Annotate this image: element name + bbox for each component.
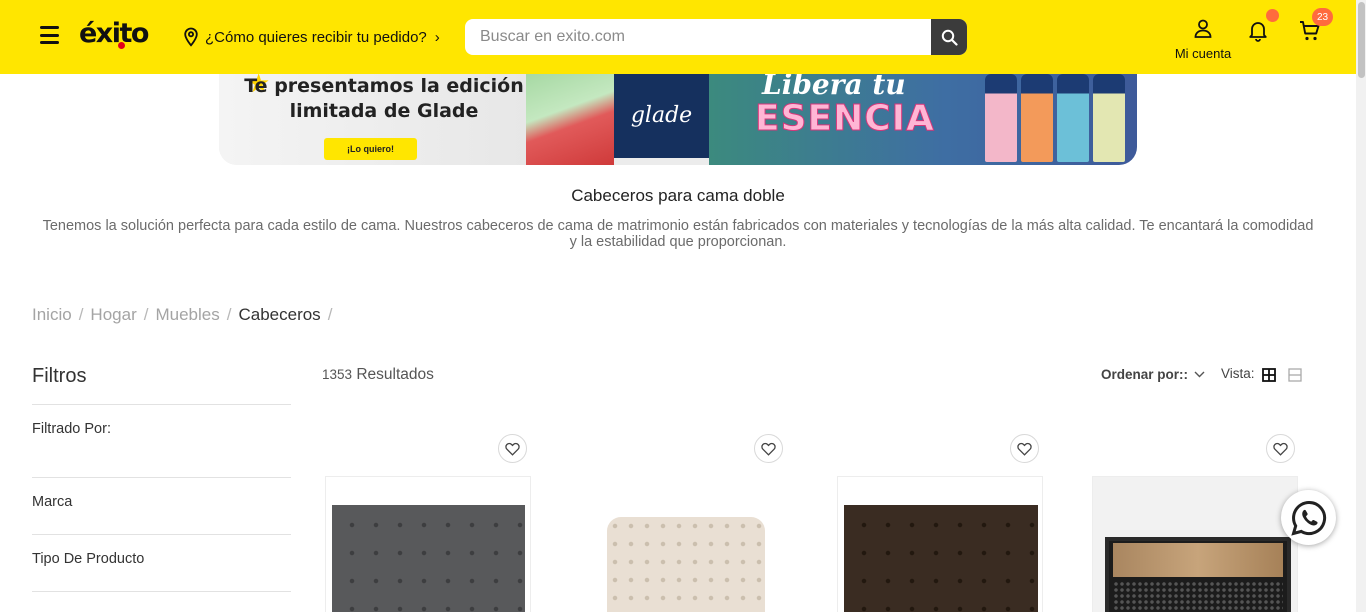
- filter-tipo-de-producto[interactable]: Tipo De Producto: [32, 551, 144, 567]
- order-by-label: Ordenar por::: [1101, 367, 1189, 382]
- exito-logo[interactable]: éxito: [79, 18, 149, 49]
- view-label: Vista:: [1221, 366, 1255, 381]
- filtered-by-label: Filtrado Por:: [32, 421, 111, 437]
- filter-divider: [32, 534, 291, 535]
- product-image[interactable]: [581, 476, 787, 612]
- dark-brown-headboard-image: [844, 505, 1038, 612]
- filters-title: Filtros: [32, 365, 87, 387]
- heart-icon: [1017, 442, 1032, 456]
- favorite-button[interactable]: [754, 434, 783, 463]
- bell-icon[interactable]: [1246, 18, 1270, 42]
- breadcrumb-hogar[interactable]: Hogar: [90, 305, 136, 325]
- breadcrumb: Inicio / Hogar / Muebles / Cabeceros /: [32, 305, 332, 325]
- page-scrollbar[interactable]: [1356, 0, 1366, 612]
- user-icon: [1194, 19, 1212, 38]
- breadcrumb-muebles[interactable]: Muebles: [155, 305, 219, 325]
- gray-headboard-image: [332, 505, 525, 612]
- search-input[interactable]: [465, 19, 931, 55]
- account-label: Mi cuenta: [1174, 46, 1232, 61]
- banner-slogan-bottom: ESENCIA: [755, 98, 935, 140]
- product-image[interactable]: [1092, 476, 1298, 612]
- chevron-right-icon: ›: [434, 28, 440, 46]
- filter-divider: [32, 591, 291, 592]
- cart-count-badge: 23: [1312, 8, 1333, 26]
- delivery-selector[interactable]: ¿Cómo quieres recibir tu pedido? ›: [183, 27, 440, 47]
- banner-watermelon-image: [526, 62, 614, 165]
- product-image[interactable]: [325, 476, 531, 612]
- heart-icon: [1273, 442, 1288, 456]
- breadcrumb-separator: /: [327, 305, 333, 324]
- glade-logo: glade: [614, 72, 709, 158]
- chevron-down-icon: [1194, 371, 1205, 378]
- results-number: 1353: [322, 367, 353, 382]
- whatsapp-chat-button[interactable]: [1281, 490, 1336, 545]
- favorite-button[interactable]: [1266, 434, 1295, 463]
- breadcrumb-separator: /: [78, 305, 84, 324]
- banner-headline: Te presentamos la edición limitada de Gl…: [244, 75, 524, 122]
- scrollbar-thumb[interactable]: [1358, 2, 1365, 78]
- category-description: Tenemos la solución perfecta para cada e…: [42, 218, 1314, 250]
- promo-banner[interactable]: ★ Te presentamos la edición limitada de …: [219, 62, 1137, 165]
- hamburger-menu-icon[interactable]: [40, 26, 59, 44]
- search-button[interactable]: [931, 19, 967, 55]
- filter-divider: [32, 477, 291, 478]
- whatsapp-icon: [1290, 500, 1326, 536]
- breadcrumb-current: Cabeceros: [238, 305, 321, 324]
- search-bar: [465, 19, 967, 55]
- account-button[interactable]: Mi cuenta: [1170, 18, 1236, 61]
- banner-cta-button[interactable]: ¡Lo quiero!: [324, 138, 417, 160]
- top-header: éxito ¿Cómo quieres recibir tu pedido? ›…: [0, 0, 1356, 74]
- notification-dot: [1266, 9, 1279, 22]
- filter-divider: [32, 404, 291, 405]
- search-icon: [941, 29, 958, 46]
- cream-headboard-image: [607, 517, 765, 612]
- heart-icon: [761, 442, 776, 456]
- delivery-prompt-text: ¿Cómo quieres recibir tu pedido?: [205, 28, 427, 46]
- results-count: 1353 Resultados: [322, 366, 434, 384]
- product-bottles-image: [985, 74, 1125, 162]
- category-title: Cabeceros para cama doble: [571, 186, 785, 205]
- grid-view-icon[interactable]: [1262, 368, 1276, 382]
- filter-marca[interactable]: Marca: [32, 494, 72, 510]
- results-label: Resultados: [356, 366, 434, 383]
- heart-icon: [505, 442, 520, 456]
- breadcrumb-separator: /: [226, 305, 232, 324]
- location-pin-icon: [184, 27, 198, 47]
- product-image[interactable]: [837, 476, 1043, 612]
- breadcrumb-inicio[interactable]: Inicio: [32, 305, 72, 325]
- breadcrumb-separator: /: [143, 305, 149, 324]
- wood-metal-headboard-image: [1105, 537, 1291, 612]
- order-by-dropdown[interactable]: Ordenar por::: [1101, 367, 1205, 382]
- favorite-button[interactable]: [498, 434, 527, 463]
- list-view-icon[interactable]: [1288, 368, 1302, 382]
- logo-dot: [118, 42, 125, 49]
- favorite-button[interactable]: [1010, 434, 1039, 463]
